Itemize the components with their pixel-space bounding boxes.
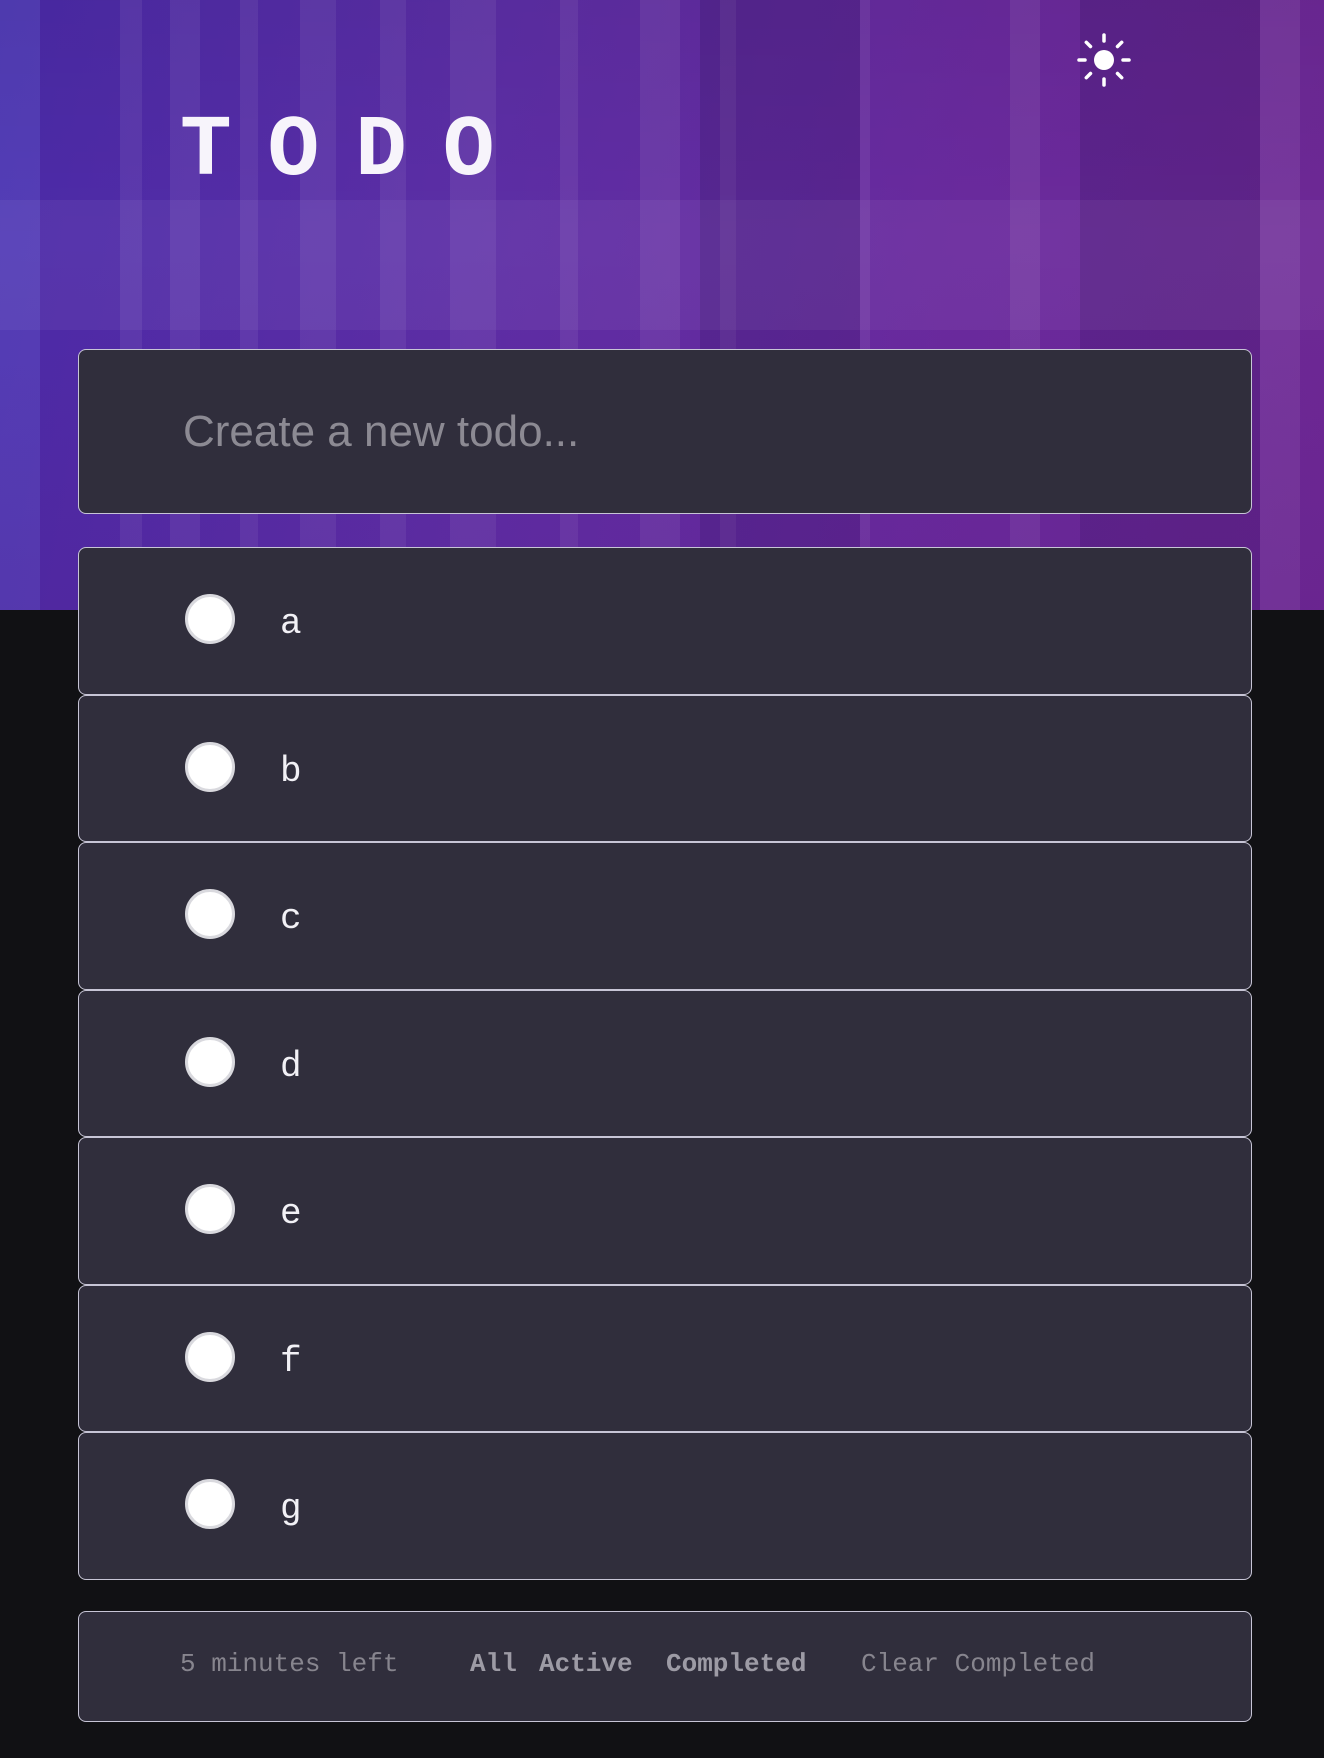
items-left-count: 5 minutes left: [180, 1649, 399, 1679]
todo-text: g: [280, 1488, 302, 1529]
todo-text: f: [280, 1340, 302, 1382]
todo-text: c: [280, 898, 302, 939]
todo-text: e: [280, 1193, 302, 1234]
todo-item: c: [78, 842, 1252, 990]
todo-checkbox[interactable]: [185, 741, 235, 792]
todo-checkbox[interactable]: [185, 889, 235, 939]
todo-item: e: [78, 1137, 1252, 1285]
todo-item: b: [78, 694, 1252, 842]
clear-completed-button[interactable]: Clear Completed: [861, 1649, 1095, 1679]
todo-text: d: [280, 1045, 302, 1087]
todo-item: f: [78, 1284, 1252, 1432]
todo-text: b: [280, 750, 302, 792]
todo-checkbox[interactable]: [185, 1184, 235, 1234]
todo-checkbox[interactable]: [185, 1479, 235, 1529]
filter-completed[interactable]: Completed: [666, 1649, 806, 1679]
theme-toggle-button[interactable]: [1076, 32, 1132, 88]
filter-active[interactable]: Active: [539, 1649, 633, 1679]
todo-list: a b c d e f g: [78, 547, 1252, 1580]
hero-background: [0, 0, 1324, 610]
todo-checkbox[interactable]: [185, 1331, 235, 1382]
new-todo-card: [78, 349, 1252, 514]
todo-checkbox[interactable]: [185, 1036, 235, 1087]
todo-item: g: [78, 1432, 1252, 1580]
todo-item: a: [78, 547, 1252, 695]
new-todo-input[interactable]: [79, 350, 1251, 513]
page-title: TODO: [180, 102, 531, 200]
sun-icon: [1077, 33, 1131, 87]
todo-item: d: [78, 989, 1252, 1137]
todo-checkbox[interactable]: [185, 594, 235, 644]
todo-text: a: [280, 603, 302, 644]
todo-footer: 5 minutes left All Active Completed Clea…: [78, 1611, 1252, 1722]
filter-all[interactable]: All: [470, 1649, 517, 1679]
